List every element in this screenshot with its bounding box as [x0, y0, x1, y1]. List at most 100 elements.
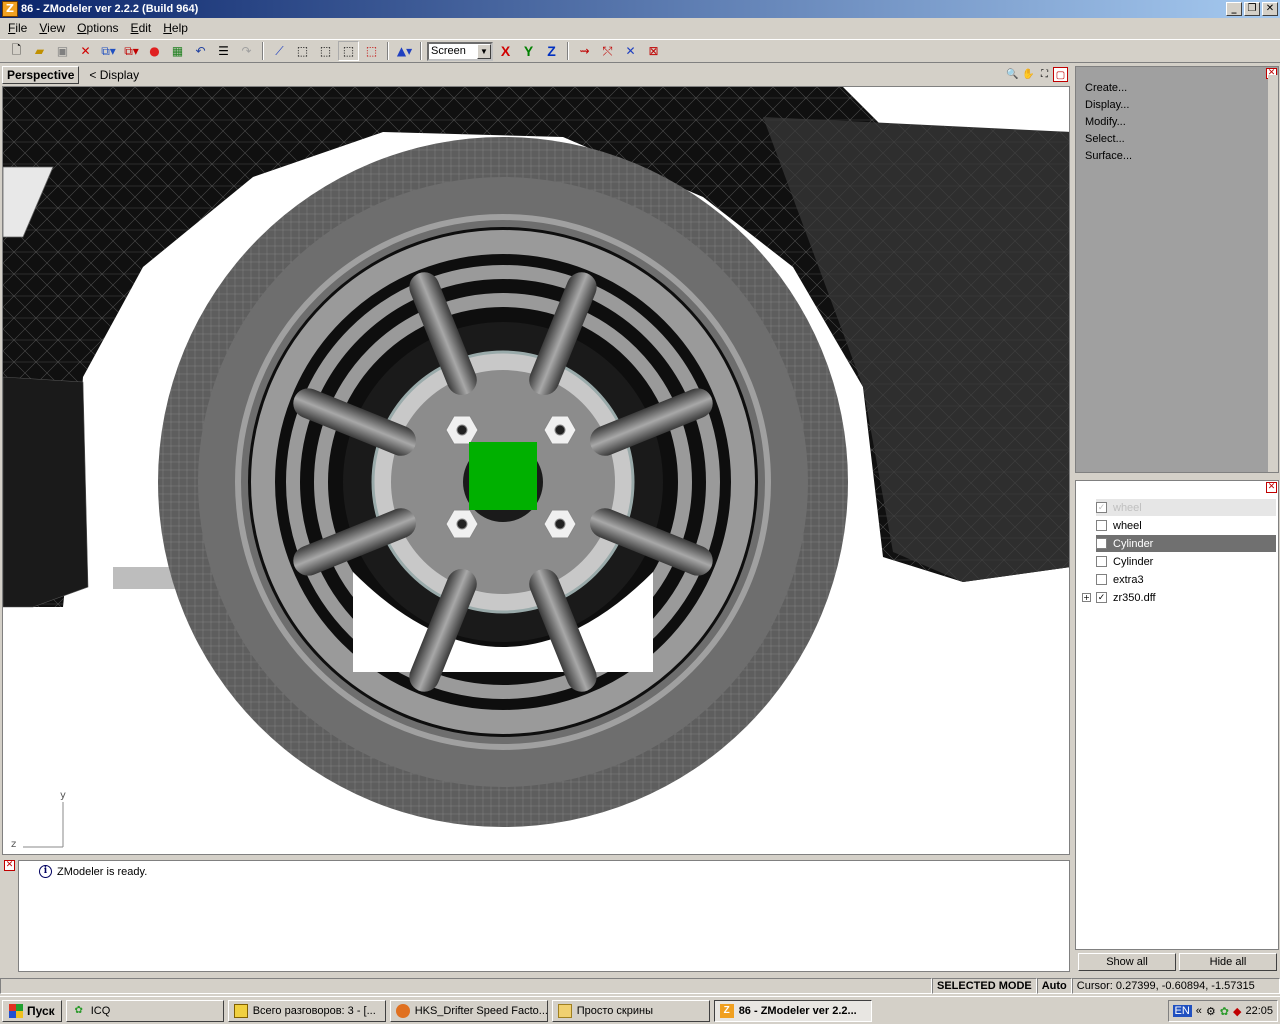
perspective-viewport[interactable]: y z — [2, 86, 1070, 855]
minimize-button[interactable]: _ — [1226, 2, 1242, 16]
viewport-display-menu[interactable]: < Display — [89, 68, 139, 82]
show-all-button[interactable]: Show all — [1078, 953, 1176, 971]
new-file-icon[interactable]: 🗋 — [6, 41, 27, 61]
undo-icon[interactable]: ↶ — [190, 41, 211, 61]
tray-expand-icon[interactable]: « — [1196, 1005, 1202, 1017]
tree-item-label: Cylinder — [1113, 555, 1154, 568]
axis-lock-icon[interactable]: ▲▾ — [394, 41, 415, 61]
expand-plus-icon[interactable]: + — [1082, 593, 1091, 602]
task-zmodeler[interactable]: Z 86 - ZModeler ver 2.2... — [713, 999, 872, 1022]
tree-item-wheel-2[interactable]: wheel — [1096, 517, 1142, 534]
export-icon[interactable]: ⧉▾ — [121, 41, 142, 61]
toolbar-separator — [262, 42, 264, 60]
status-selected-mode[interactable]: SELECTED MODE — [932, 978, 1037, 994]
redo-icon[interactable]: ↷ — [236, 41, 257, 61]
viewport-header: Perspective < Display 🔍 ✋ ⛶ ▢ — [2, 65, 1070, 85]
viewport-name[interactable]: Perspective — [2, 66, 80, 84]
object-mode-icon[interactable]: ⬚ — [315, 41, 336, 61]
task-icq[interactable]: ✿ ICQ — [65, 999, 224, 1022]
pan-hand-icon[interactable]: ✋ — [1021, 67, 1036, 82]
antivirus-icon[interactable]: ◆ — [1233, 1005, 1241, 1018]
task-chat[interactable]: Всего разговоров: 3 - [... — [227, 999, 386, 1022]
close-button[interactable]: ✕ — [1262, 2, 1278, 16]
rotate-tool-icon[interactable]: ✕ — [620, 41, 641, 61]
start-button[interactable]: Пуск — [2, 999, 62, 1022]
record-icon[interactable]: ● — [144, 41, 165, 61]
delete-icon[interactable]: ✕ — [75, 41, 96, 61]
select-object-icon[interactable]: ⬚ — [361, 41, 382, 61]
clock[interactable]: 22:05 — [1245, 1005, 1273, 1017]
tree-item-extra3[interactable]: extra3 — [1096, 571, 1144, 588]
command-create[interactable]: Create... — [1085, 82, 1127, 94]
status-bar: SELECTED MODE Auto Cursor: 0.27399, -0.6… — [0, 977, 1280, 995]
cube-mode-icon[interactable]: ⬚ — [338, 41, 359, 61]
checkbox-icon[interactable] — [1096, 520, 1107, 531]
properties-icon[interactable]: ☰ — [213, 41, 234, 61]
toolbar-separator — [387, 42, 389, 60]
checkbox-icon[interactable] — [1096, 538, 1107, 549]
windows-taskbar: Пуск ✿ ICQ Всего разговоров: 3 - [... HK… — [0, 996, 1280, 1024]
tree-item-cylinder-2[interactable]: Cylinder — [1096, 553, 1153, 570]
task-label: Просто скрины — [576, 1004, 653, 1017]
menu-options[interactable]: Options — [71, 21, 124, 35]
command-display[interactable]: Display... — [1085, 99, 1129, 111]
log-output: i ZModeler is ready. — [18, 860, 1070, 972]
command-panel: ✕ Create... Display... Modify... Select.… — [1075, 66, 1279, 473]
zmodeler-app-icon[interactable]: Z — [2, 1, 18, 17]
language-indicator[interactable]: EN — [1172, 1005, 1192, 1017]
save-icon[interactable]: ▣ — [52, 41, 73, 61]
zmodeler-icon: Z — [719, 1003, 734, 1018]
viewport-maximize-icon[interactable]: ▢ — [1053, 67, 1068, 82]
menu-edit[interactable]: Edit — [125, 21, 158, 35]
menu-help[interactable]: Help — [157, 21, 194, 35]
status-empty — [0, 978, 932, 994]
open-folder-icon[interactable]: ▰ — [29, 41, 50, 61]
status-auto[interactable]: Auto — [1036, 978, 1072, 994]
tree-item-wheel-1[interactable]: ✓ wheel — [1096, 499, 1276, 516]
status-cursor: Cursor: 0.27399, -0.60894, -1.57315 — [1071, 978, 1280, 994]
axis-z-button[interactable]: Z — [541, 41, 562, 61]
face-mode-icon[interactable]: ⬚ — [292, 41, 313, 61]
axis-y-button[interactable]: Y — [518, 41, 539, 61]
vertex-mode-icon[interactable]: ⟋ — [269, 41, 290, 61]
main-toolbar: 🗋 ▰ ▣ ✕ ⧉▾ ⧉▾ ● ▦ ↶ ☰ ↷ ⟋ ⬚ ⬚ ⬚ ⬚ ▲▾ Scr… — [0, 39, 1280, 63]
system-tray: EN « ⚙ ✿ ◆ 22:05 — [1167, 1000, 1278, 1022]
log-panel: ✕ i ZModeler is ready. — [2, 858, 1070, 972]
axis-x-button[interactable]: X — [495, 41, 516, 61]
zoom-extents-icon[interactable]: ⛶ — [1037, 67, 1052, 82]
command-select[interactable]: Select... — [1085, 133, 1125, 145]
coordinate-system-select[interactable]: Screen ▼ — [427, 41, 493, 61]
network-icon[interactable]: ⚙ — [1206, 1005, 1216, 1018]
menu-view[interactable]: View — [33, 21, 71, 35]
checkbox-icon[interactable] — [1096, 574, 1107, 585]
menu-bar: File View Options Edit Help — [0, 18, 1280, 38]
close-icon[interactable]: ✕ — [4, 860, 15, 871]
object-tree-panel: ✕ ✓ wheel wheel Cylinder Cylinder extra3… — [1075, 480, 1279, 950]
render-icon[interactable]: ▦ — [167, 41, 188, 61]
scale-tool-icon[interactable]: ⤲ — [597, 41, 618, 61]
maximize-button[interactable]: ❐ — [1244, 2, 1260, 16]
checkbox-checked-icon[interactable]: ✓ — [1096, 502, 1107, 513]
zoom-icon[interactable]: 🔍 — [1005, 67, 1020, 82]
mirror-tool-icon[interactable]: ⊠ — [643, 41, 664, 61]
selected-object-marker — [469, 442, 537, 510]
axis-y-label: y — [60, 790, 66, 801]
command-panel-scrollbar[interactable] — [1268, 75, 1278, 472]
menu-file[interactable]: File — [2, 21, 33, 35]
chevron-down-icon[interactable]: ▼ — [477, 43, 491, 59]
checkbox-icon[interactable] — [1096, 556, 1107, 567]
checkbox-checked-icon[interactable]: ✓ — [1096, 592, 1107, 603]
move-tool-icon[interactable]: ⇝ — [574, 41, 595, 61]
tree-item-zr350[interactable]: ✓ zr350.dff — [1096, 589, 1156, 606]
tree-item-cylinder-1[interactable]: Cylinder — [1096, 535, 1276, 552]
icq-tray-icon[interactable]: ✿ — [1220, 1005, 1229, 1018]
import-icon[interactable]: ⧉▾ — [98, 41, 119, 61]
close-icon[interactable]: ✕ — [1266, 482, 1277, 493]
command-modify[interactable]: Modify... — [1085, 116, 1126, 128]
task-firefox[interactable]: HKS_Drifter Speed Facto... — [389, 999, 548, 1022]
task-folder[interactable]: Просто скрины — [551, 999, 710, 1022]
command-surface[interactable]: Surface... — [1085, 150, 1132, 162]
window-title: 86 - ZModeler ver 2.2.2 (Build 964) — [21, 3, 199, 15]
axis-gizmo — [23, 802, 64, 848]
hide-all-button[interactable]: Hide all — [1179, 953, 1277, 971]
